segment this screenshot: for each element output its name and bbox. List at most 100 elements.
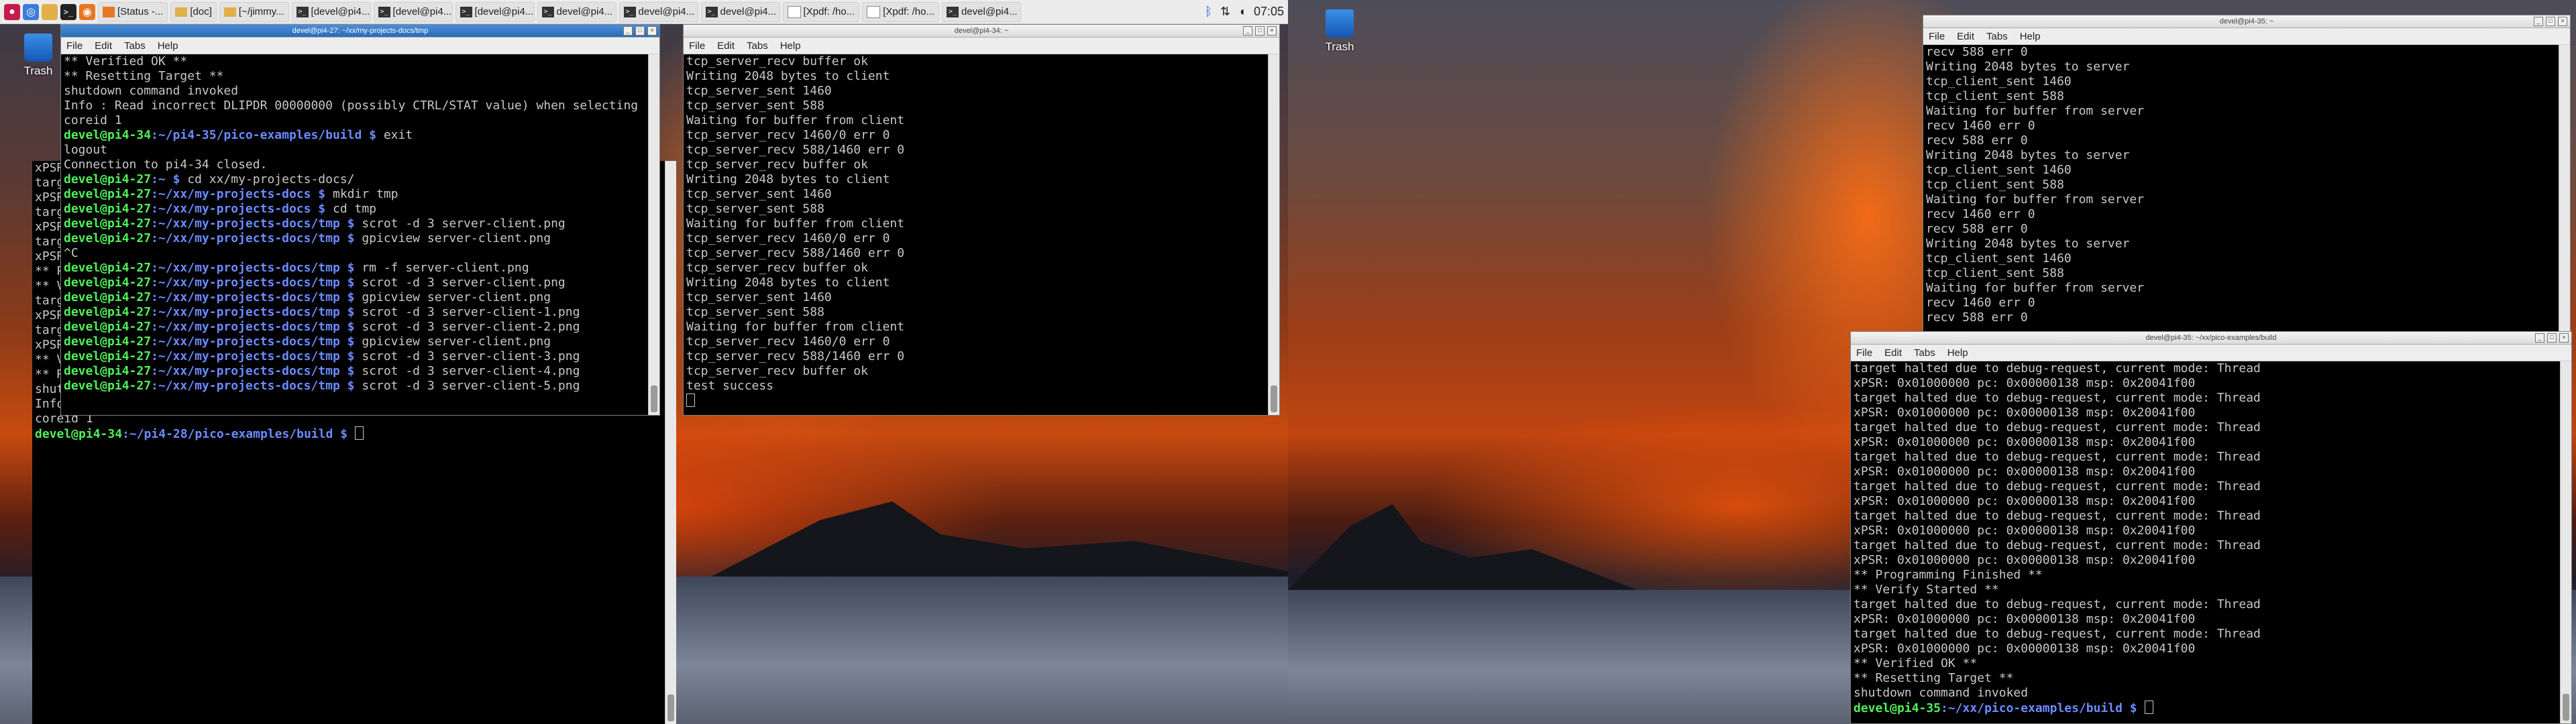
menu-edit[interactable]: Edit: [1884, 347, 1902, 359]
volume-icon[interactable]: ◖: [1238, 5, 1246, 19]
output-line: xPSR: 0x01000000 pc: 0x00000138 msp: 0x2…: [1854, 376, 2558, 391]
window-titlebar[interactable]: devel@pi4-27: ~/xx/my-projects-docs/tmp …: [61, 25, 659, 38]
taskbar-button-folder[interactable]: [doc]: [170, 1, 217, 22]
command-text: gpicview server-client.png: [354, 231, 551, 245]
taskbar-button-terminal[interactable]: >_ [devel@pi4...: [291, 1, 371, 22]
output-line: tcp_client_sent 1460: [1926, 74, 2557, 89]
output-text: xPSR: 0x01000000 pc: 0x00000138 msp: 0x2…: [1854, 642, 2196, 656]
menu-file[interactable]: File: [1929, 31, 1945, 42]
scrollbar-thumb[interactable]: [2563, 694, 2569, 721]
terminal-output[interactable]: tcp_server_recv buffer ok Writing 2048 by…: [684, 54, 1269, 415]
command-text: [347, 427, 355, 441]
scrollbar[interactable]: [648, 54, 659, 415]
output-text: xPSR: 0x01000000 pc: 0x00000138 msp: 0x2…: [1854, 524, 2196, 538]
scrollbar[interactable]: [2560, 361, 2571, 723]
window-titlebar[interactable]: devel@pi4-34: ~ _ □ ×: [684, 25, 1279, 38]
taskbar-button-browser[interactable]: [Status -...: [98, 1, 168, 22]
menu-help[interactable]: Help: [780, 40, 801, 52]
output-text: tcp_server_recv buffer ok: [686, 158, 868, 172]
output-line: xPSR: 0x01000000 pc: 0x00000138 msp: 0x2…: [1854, 465, 2558, 479]
minimize-button[interactable]: _: [1243, 26, 1252, 36]
menu-help[interactable]: Help: [158, 40, 178, 52]
terminal-window-pi4-34-home[interactable]: devel@pi4-34: ~ _ □ × File Edit Tabs Help …: [683, 24, 1280, 416]
menu-tabs[interactable]: Tabs: [124, 40, 146, 52]
browser-launcher-icon[interactable]: ◉: [79, 3, 95, 20]
output-text: Writing 2048 bytes to server: [1926, 148, 2130, 162]
scrollbar-thumb[interactable]: [651, 385, 657, 412]
output-text: ^C: [64, 246, 78, 260]
scrollbar[interactable]: [1268, 54, 1279, 415]
network-icon[interactable]: ⇅: [1220, 5, 1230, 19]
close-button[interactable]: ×: [647, 26, 657, 36]
maximize-button[interactable]: □: [1255, 26, 1265, 36]
output-line: tcp_server_recv 1460/0 err 0: [686, 335, 1266, 349]
output-line: Writing 2048 bytes to client: [686, 69, 1266, 84]
menu-tabs[interactable]: Tabs: [747, 40, 768, 52]
bluetooth-icon[interactable]: ᛒ: [1205, 5, 1212, 19]
trash-desktop-icon[interactable]: Trash: [1316, 9, 1363, 54]
terminal-window-pi4-35-build[interactable]: devel@pi4-35: ~/xx/pico-examples/build _…: [1850, 331, 2572, 724]
scrollbar-thumb[interactable]: [1271, 385, 1277, 412]
maximize-button[interactable]: □: [2546, 17, 2555, 26]
menu-edit[interactable]: Edit: [717, 40, 735, 52]
menu-file[interactable]: File: [66, 40, 83, 52]
taskbar-button-terminal[interactable]: >_ devel@pi4...: [700, 1, 780, 22]
output-text: recv 1460 err 0: [1926, 207, 2035, 221]
output-text: tcp_server_sent 588: [686, 202, 824, 216]
terminal-output[interactable]: target halted due to debug-request, curr…: [1851, 361, 2561, 723]
menu-edit[interactable]: Edit: [1957, 31, 1974, 42]
menu-help[interactable]: Help: [1947, 347, 1968, 359]
terminal-icon: >_: [623, 6, 636, 17]
menu-file[interactable]: File: [689, 40, 705, 52]
raspberry-menu-icon[interactable]: ●: [4, 3, 20, 20]
terminal-output[interactable]: ** Verified OK ** ** Resetting Target ** s…: [61, 54, 649, 415]
output-line: Connection to pi4-34 closed.: [64, 158, 646, 172]
menu-file[interactable]: File: [1856, 347, 1872, 359]
close-button[interactable]: ×: [2558, 17, 2567, 26]
output-text: tcp_server_recv buffer ok: [686, 364, 868, 378]
menu-edit[interactable]: Edit: [95, 40, 112, 52]
output-text: target halted due to debug-request, curr…: [1854, 450, 2261, 464]
clock[interactable]: 07:05: [1254, 5, 1284, 19]
maximize-button[interactable]: □: [635, 26, 645, 36]
close-button[interactable]: ×: [1267, 26, 1277, 36]
output-line: shutdown command invoked: [1854, 686, 2558, 701]
terminal-launcher-icon[interactable]: >_: [60, 3, 76, 20]
taskbar-button-pdf[interactable]: [Xpdf: /ho...: [782, 1, 860, 22]
scrollbar[interactable]: [665, 161, 676, 724]
taskbar-button-terminal[interactable]: >_ devel@pi4...: [537, 1, 616, 22]
taskbar-button-terminal[interactable]: >_ devel@pi4...: [619, 1, 698, 22]
output-text: Writing 2048 bytes to client: [686, 172, 890, 186]
maximize-button[interactable]: □: [2547, 333, 2557, 343]
trash-desktop-icon[interactable]: Trash: [15, 34, 62, 78]
terminal-window-pi4-27[interactable]: devel@pi4-27: ~/xx/my-projects-docs/tmp …: [60, 24, 660, 416]
web-browser-icon[interactable]: ◎: [23, 3, 39, 20]
window-titlebar[interactable]: devel@pi4-35: ~/xx/pico-examples/build _…: [1851, 332, 2571, 345]
taskbar-button-folder[interactable]: [~/jimmy...: [219, 1, 289, 22]
minimize-button[interactable]: _: [2535, 333, 2544, 343]
output-text: Writing 2048 bytes to server: [1926, 237, 2130, 251]
window-titlebar[interactable]: devel@pi4-35: ~ _ □ ×: [1923, 15, 2570, 28]
command-text: scrot -d 3 server-client-5.png: [354, 379, 580, 393]
prompt-user-host: devel@pi4-27: [64, 320, 152, 334]
prompt-line: devel@pi4-27:~/xx/my-projects-docs/tmp $…: [64, 261, 646, 276]
taskbar-button-terminal[interactable]: >_ devel@pi4...: [941, 1, 1021, 22]
prompt-line: devel@pi4-27:~/xx/my-projects-docs/tmp $…: [64, 231, 646, 246]
prompt-path: :~/xx/my-projects-docs/tmp $: [151, 231, 355, 245]
taskbar-button-terminal[interactable]: >_ [devel@pi4...: [373, 1, 453, 22]
prompt-user-host: devel@pi4-27: [64, 202, 152, 216]
menu-help[interactable]: Help: [2020, 31, 2041, 42]
scrollbar-thumb[interactable]: [667, 695, 674, 721]
taskbar-button-terminal[interactable]: >_ [devel@pi4...: [455, 1, 535, 22]
menu-tabs[interactable]: Tabs: [1914, 347, 1935, 359]
minimize-button[interactable]: _: [623, 26, 633, 36]
output-line: Writing 2048 bytes to client: [686, 276, 1266, 290]
right-monitor: Trash devel@pi4-35: ~ _ □ × File Edit Tabs…: [1288, 0, 2576, 724]
minimize-button[interactable]: _: [2534, 17, 2543, 26]
close-button[interactable]: ×: [2559, 333, 2569, 343]
taskbar-button-pdf[interactable]: [Xpdf: /ho...: [862, 1, 939, 22]
file-manager-icon[interactable]: [42, 3, 58, 20]
menu-tabs[interactable]: Tabs: [1986, 31, 2008, 42]
output-text: Waiting for buffer from server: [1926, 192, 2145, 206]
output-text: ** Programming Finished **: [1854, 568, 2043, 582]
